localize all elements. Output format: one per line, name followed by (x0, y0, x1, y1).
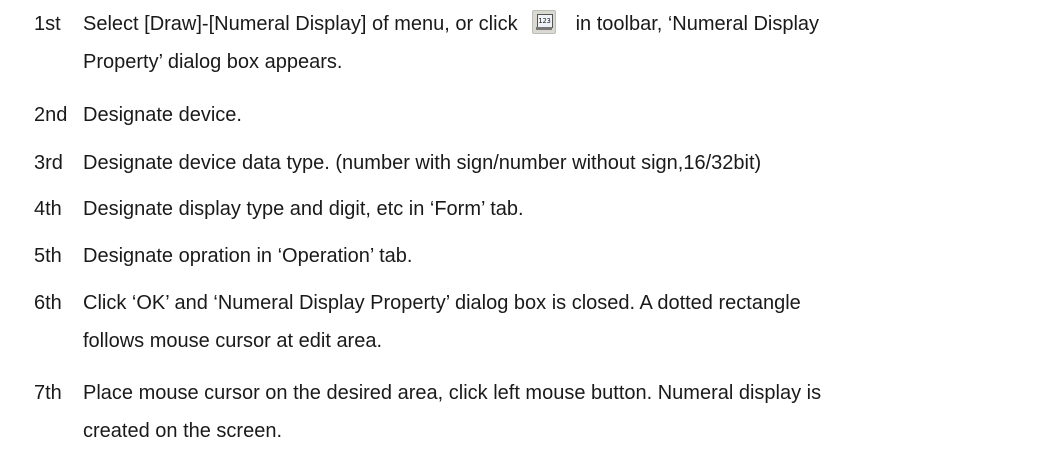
step-text-line-1: Designate opration in ‘Operation’ tab. (83, 245, 413, 267)
step-text-line-1: Designate display type and digit, etc in… (83, 198, 524, 220)
step-number: 2nd (34, 104, 68, 126)
step-text-line-1: Select [Draw]-[Numeral Display] of menu,… (83, 4, 819, 44)
procedure-steps: 1st Select [Draw]-[Numeral Display] of m… (0, 0, 1057, 457)
step-text-line-2: Property’ dialog box appears. (83, 51, 343, 73)
step-text-line-1: Designate device data type. (number with… (83, 152, 762, 174)
step-text-line-2: created on the screen. (83, 420, 283, 442)
step-number: 4th (34, 198, 62, 220)
step-number: 7th (34, 382, 62, 404)
step-text-line-1: Designate device. (83, 104, 242, 126)
step-text-part: Select [Draw]-[Numeral Display] of menu,… (83, 13, 518, 35)
step-number: 1st (34, 13, 61, 35)
step-number: 3rd (34, 152, 63, 174)
step-number: 6th (34, 292, 62, 314)
step-text-line-1: Click ‘OK’ and ‘Numeral Display Property… (83, 292, 801, 314)
step-text-line-1: Place mouse cursor on the desired area, … (83, 382, 822, 404)
step-number: 5th (34, 245, 62, 267)
numeral-display-icon: 123 (531, 10, 556, 34)
numeral-display-icon-label: 123 (536, 14, 553, 28)
step-text-part: in toolbar, ‘Numeral Display (575, 13, 820, 35)
step-text-line-2: follows mouse cursor at edit area. (83, 330, 383, 352)
